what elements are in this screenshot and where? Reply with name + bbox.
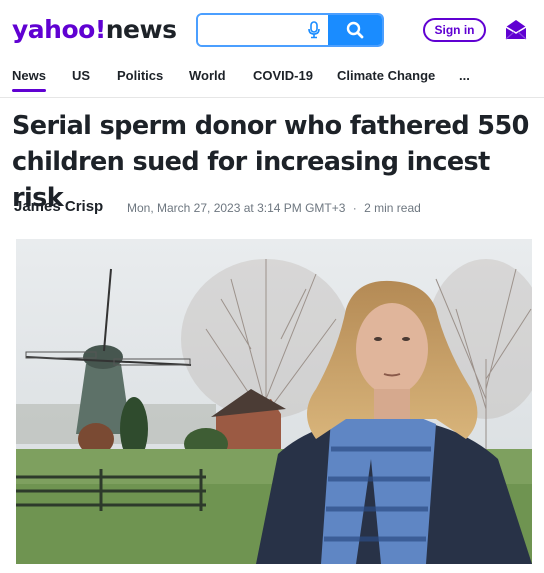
nav-item-news[interactable]: News <box>12 67 46 92</box>
search-input[interactable] <box>198 15 300 45</box>
logo-yahoo: yahoo <box>12 15 95 44</box>
sign-in-button[interactable]: Sign in <box>423 18 486 42</box>
mail-icon[interactable] <box>504 18 528 42</box>
yahoo-news-logo[interactable]: yahoo!news <box>12 14 177 46</box>
read-time: 2 min read <box>364 201 421 215</box>
nav-item-world[interactable]: World <box>189 67 226 85</box>
logo-exclamation: ! <box>94 15 106 44</box>
publish-date: Mon, March 27, 2023 at 3:14 PM GMT+3 <box>127 201 346 215</box>
nav-item-covid-19[interactable]: COVID-19 <box>253 67 313 85</box>
search-icon <box>346 21 364 39</box>
nav-item-climate-change[interactable]: Climate Change <box>337 67 435 85</box>
article-hero-image <box>16 239 532 564</box>
search-button[interactable] <box>328 15 382 45</box>
author-name[interactable]: James Crisp <box>14 198 103 215</box>
meta-separator: · <box>352 201 357 215</box>
main-nav: News US Politics World COVID-19 Climate … <box>0 67 544 93</box>
logo-news: news <box>105 15 177 44</box>
nav-item-us[interactable]: US <box>72 67 90 85</box>
nav-item-politics[interactable]: Politics <box>117 67 163 85</box>
article-meta: Mon, March 27, 2023 at 3:14 PM GMT+3 · 2… <box>127 201 421 215</box>
search-bar <box>196 13 384 47</box>
nav-more-button[interactable]: ... <box>459 67 470 85</box>
microphone-icon[interactable] <box>300 15 328 45</box>
nav-divider <box>0 97 544 98</box>
